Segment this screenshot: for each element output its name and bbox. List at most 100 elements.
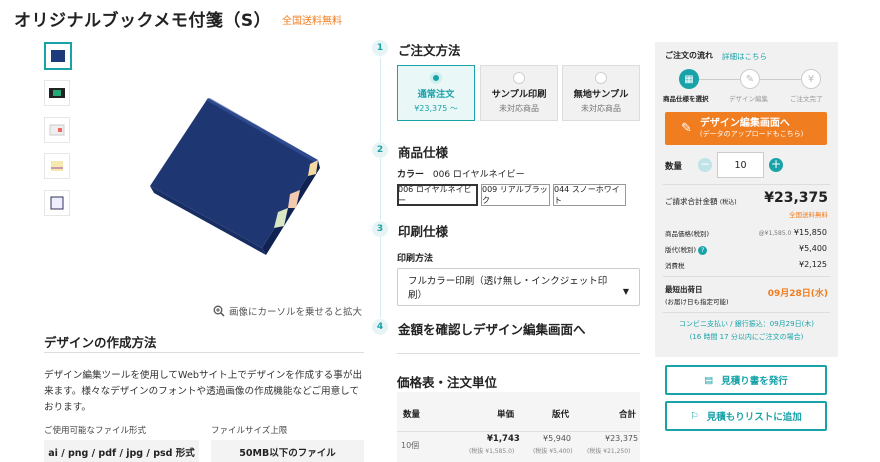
step-1-label: ご注文方法 (398, 43, 461, 58)
step-line (380, 236, 381, 318)
table-header: 合計 (619, 410, 637, 420)
design-method-description: デザイン編集ツールを使用してWebサイト上でデザインを作成する事が出来ます。様々… (44, 370, 363, 413)
total-free-shipping: 全国送料無料 (789, 211, 828, 219)
bookmark-icon: ⚐ (690, 410, 699, 422)
radio-icon (513, 72, 525, 84)
print-method-value: フルカラー印刷（透け無し・インクジェット印刷） (408, 276, 608, 301)
table-header: 版代 (552, 410, 570, 420)
total-label-text: ご請求合計金額 (665, 197, 718, 206)
color-option-black[interactable]: 009 リアルブラック (481, 184, 550, 206)
thumbnail-4[interactable] (44, 153, 70, 179)
step-2-number: 2 (372, 142, 388, 158)
zoom-hint-text: 画像にカーソルを乗せると拡大 (229, 307, 363, 318)
print-method-label: 印刷方法 (397, 254, 434, 264)
color-option-navy[interactable]: 006 ロイヤルネイビー (397, 184, 478, 206)
thumbnail-2[interactable] (44, 80, 70, 106)
table-cell-qty: 10個 (401, 441, 420, 450)
formats-label: ご使用可能なファイル形式 (44, 426, 147, 436)
print-method-select[interactable]: フルカラー印刷（透け無し・インクジェット印刷） ▼ (397, 268, 640, 306)
qty-label: 数量 (665, 162, 683, 172)
order-method-title: 通常注文 (417, 89, 455, 100)
formats-value: ai / png / pdf / jpg / psd 形式 (44, 440, 199, 462)
thumbnail-5[interactable] (44, 190, 70, 216)
zoom-hint: 画像にカーソルを乗せると拡大 (213, 304, 362, 318)
order-method-sample-print[interactable]: サンプル印刷 未対応商品 (480, 65, 558, 121)
size-value: 50MB以下のファイル (211, 440, 364, 462)
step-4-label: 金額を確認しデザイン編集画面へ (398, 322, 586, 337)
price-table: 数量 単価 版代 合計 10個 ¥1,743 (税抜 ¥1,585.0) ¥5,… (397, 392, 640, 462)
product-price-unit: @¥1,585.0 (758, 230, 792, 237)
estimate-button-label: 見積り書を発行 (721, 376, 788, 387)
tax-value: ¥2,125 (799, 260, 827, 269)
ship-date: 09月28日(水) (767, 289, 828, 299)
step-line (380, 58, 381, 142)
convenience-note: コンビニ支払い / 銀行振込：09月29日(木) (678, 320, 815, 328)
table-cell-total-sub: (税抜 ¥21,250) (587, 448, 631, 455)
design-edit-button-label: デザイン編集画面へ (699, 117, 790, 129)
step-1-number: 1 (372, 40, 388, 56)
table-cell-total: ¥23,375 (605, 434, 639, 443)
zoom-icon (213, 305, 225, 317)
flow-title: ご注文の流れ (665, 51, 713, 60)
convenience-note-sub: (16 時間 17 分以内にご注文の場合) (689, 333, 804, 341)
plus-icon[interactable]: + (769, 158, 783, 172)
step-line (380, 158, 381, 220)
color-label: カラー (397, 170, 425, 180)
order-method-normal[interactable]: 通常注文 ¥23,375 〜 (397, 65, 475, 121)
size-label: ファイルサイズ上限 (211, 426, 288, 436)
design-edit-button[interactable]: ✎ デザイン編集画面へ (データのアップロードもこちら) (665, 112, 827, 145)
document-icon: ▤ (704, 374, 714, 386)
edit-icon: ✎ (681, 121, 692, 136)
table-cell-unit: ¥1,743 (487, 434, 520, 444)
divider (44, 352, 364, 353)
design-method-heading: デザインの作成方法 (44, 335, 157, 350)
product-price-label: 商品価格(税別) (665, 230, 710, 238)
pencil-icon: ✎ (740, 69, 760, 89)
total-label: ご請求合計金額 (税込) (665, 196, 737, 207)
order-method-title: 無地サンプル (573, 89, 629, 100)
thumbnail-3[interactable] (44, 117, 70, 143)
step-4-number: 4 (372, 319, 388, 335)
price-table-heading: 価格表・注文単位 (397, 375, 498, 390)
table-header: 数量 (403, 410, 421, 420)
order-method-sub: 未対応商品 (499, 104, 539, 113)
color-selected: 006 ロイヤルネイビー (432, 170, 525, 180)
order-method-sub: ¥23,375 〜 (414, 104, 458, 113)
minus-icon[interactable]: − (698, 158, 712, 172)
table-header: 単価 (497, 410, 515, 420)
thumbnail-1[interactable] (44, 42, 72, 70)
plate-value: ¥5,400 (799, 244, 827, 253)
flow-step-1: 商品仕様を選択 (663, 95, 709, 103)
total-tax-note: (税込) (719, 199, 737, 206)
ship-label: 最短出荷日 (665, 285, 703, 294)
table-row[interactable]: 10個 ¥1,743 (税抜 ¥1,585.0) ¥5,940 (税抜 ¥5,4… (397, 432, 640, 462)
estimate-button[interactable]: ▤ 見積り書を発行 (665, 365, 827, 395)
divider (663, 184, 830, 185)
free-shipping-badge: 全国送料無料 (282, 16, 342, 27)
tax-row: 消費税 ¥2,125 (665, 260, 827, 270)
table-cell-plate: ¥5,940 (543, 434, 571, 443)
flow-step-3: ご注文完了 (790, 95, 823, 103)
table-cell-plate-sub: (税抜 ¥5,400) (533, 448, 573, 455)
design-edit-button-sub: (データのアップロードもこちら) (699, 129, 804, 138)
radio-icon (595, 72, 607, 84)
quantity-input[interactable]: 10 (717, 152, 764, 178)
color-option-white[interactable]: 044 スノーホワイト (553, 184, 626, 206)
table-cell-unit-sub: (税抜 ¥1,585.0) (469, 448, 515, 455)
divider (397, 353, 640, 354)
plate-row: 版代(税別) ? ¥5,400 (665, 244, 827, 255)
total-value: ¥23,375 (764, 190, 828, 206)
gift-icon: ▦ (679, 69, 699, 89)
product-image[interactable] (140, 90, 325, 255)
divider (663, 276, 830, 277)
product-price-value: ¥15,850 (793, 228, 827, 237)
help-icon[interactable]: ? (698, 246, 708, 255)
step-3-number: 3 (372, 221, 388, 237)
order-method-blank-sample[interactable]: 無地サンプル 未対応商品 (562, 65, 640, 121)
divider (663, 312, 830, 313)
order-method-title: サンプル印刷 (491, 89, 547, 100)
page-title: オリジナルブックメモ付箋（S） (14, 11, 272, 31)
order-summary-panel: ご注文の流れ 詳細はこちら ▦ ✎ ¥ 商品仕様を選択 デザイン編集 ご注文完了… (655, 42, 838, 357)
flow-detail-link[interactable]: 詳細はこちら (722, 51, 767, 62)
add-to-list-button[interactable]: ⚐ 見積もりリストに追加 (665, 401, 827, 431)
